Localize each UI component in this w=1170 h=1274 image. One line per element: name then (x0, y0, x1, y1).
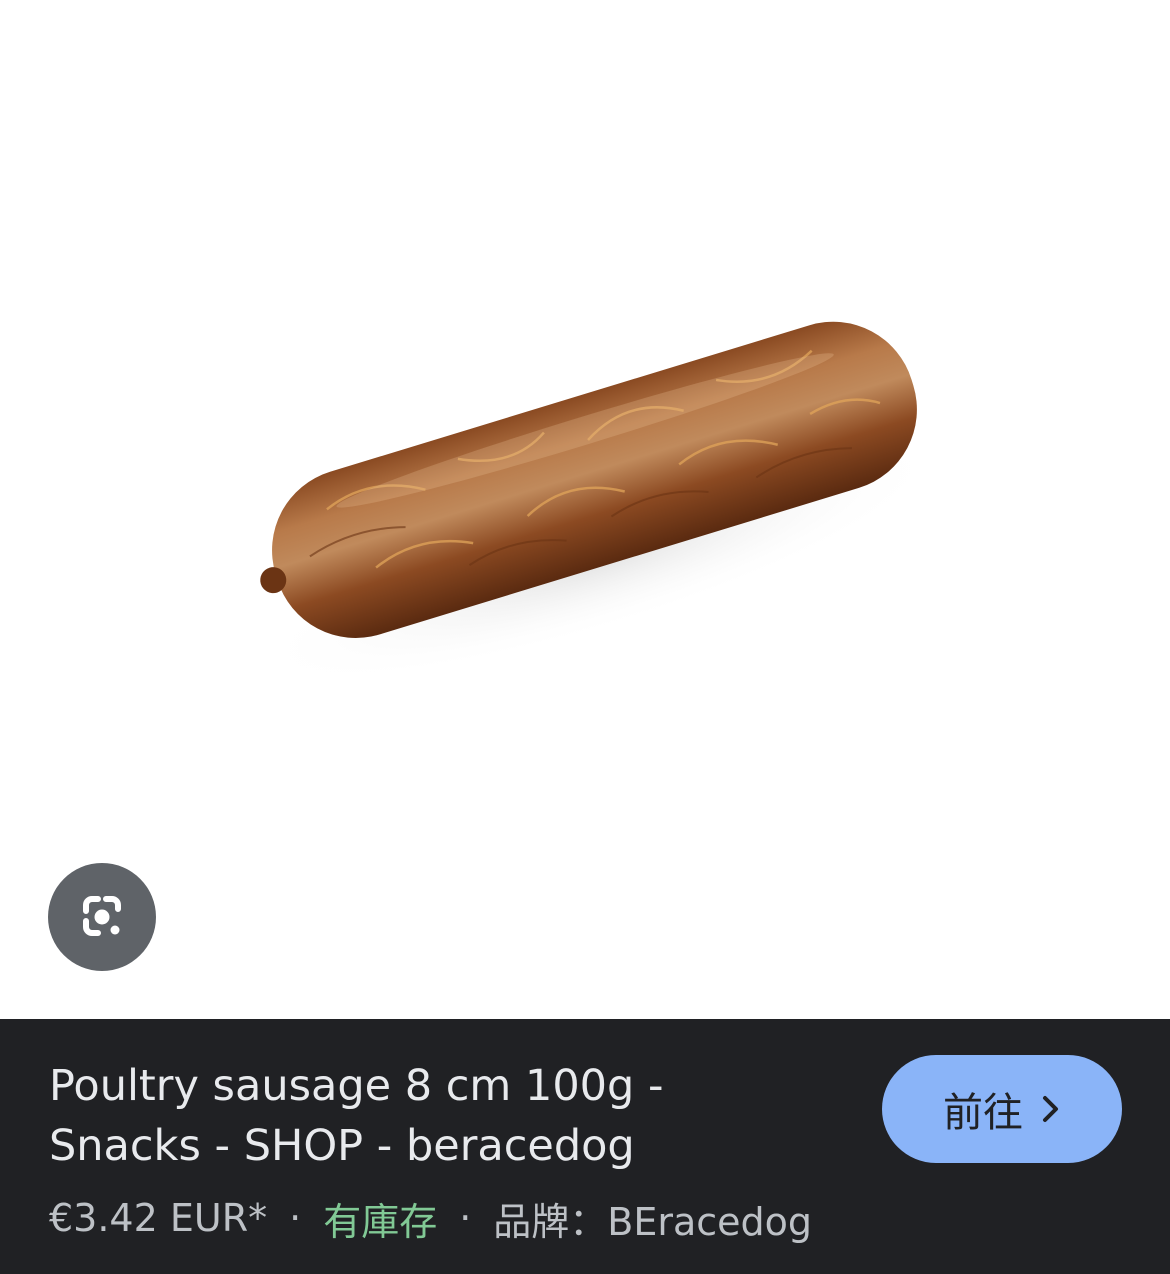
google-lens-button[interactable] (48, 863, 156, 971)
product-price: €3.42 EUR* (49, 1196, 268, 1240)
product-meta: €3.42 EUR* · 有庫存 · 品牌：BEracedog (49, 1190, 812, 1246)
meta-separator: · (459, 1196, 472, 1240)
meta-separator: · (289, 1196, 302, 1240)
google-lens-icon (83, 896, 121, 936)
product-image[interactable] (0, 0, 1170, 1019)
product-brand: 品牌：BEracedog (493, 1199, 813, 1244)
visit-button-label: 前往 (943, 1090, 1023, 1136)
product-title[interactable]: Poultry sausage 8 cm 100g - Snacks - SHO… (49, 1056, 749, 1176)
image-viewer (0, 0, 1170, 1019)
chevron-right-icon (1043, 1096, 1058, 1122)
stock-status: 有庫存 (323, 1199, 438, 1244)
visit-button[interactable]: 前往 (882, 1055, 1122, 1163)
